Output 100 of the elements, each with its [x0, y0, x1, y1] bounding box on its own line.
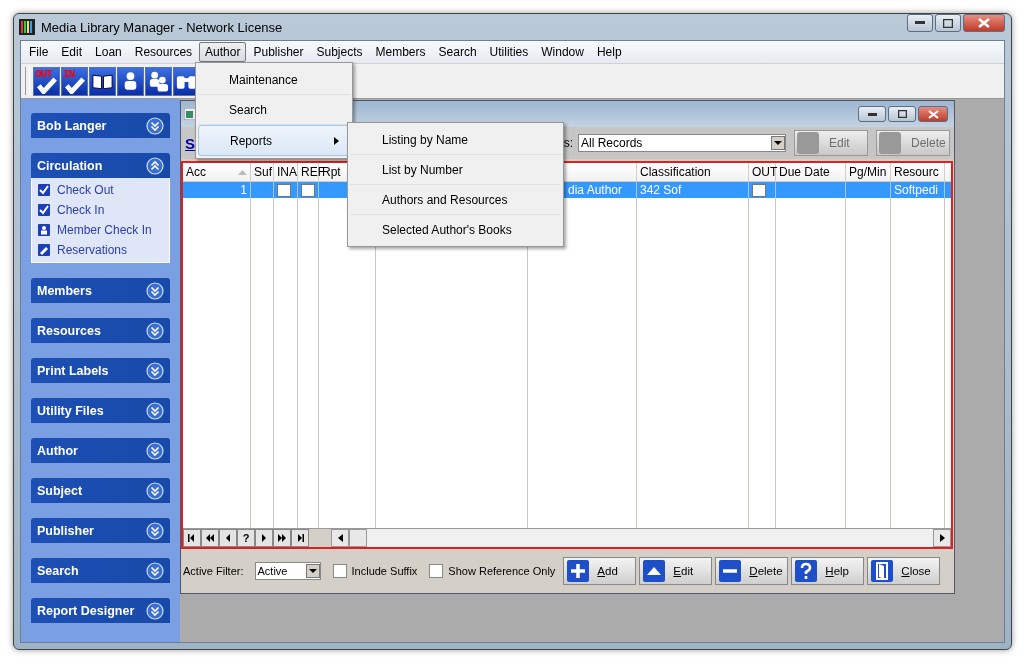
link[interactable]: S	[185, 134, 195, 152]
column-header[interactable]: Suf	[251, 163, 274, 181]
expand-icon[interactable]	[146, 321, 164, 340]
menu-item[interactable]: Search	[432, 42, 483, 62]
navigator-button[interactable]	[255, 529, 273, 547]
menu-item[interactable]: Help	[590, 42, 628, 62]
expand-icon[interactable]	[146, 521, 164, 540]
checkbox[interactable]	[429, 564, 444, 578]
sidebar-group-header[interactable]: Author	[31, 438, 170, 463]
sidebar-group-header[interactable]: Resources	[31, 318, 170, 343]
sidebar-link[interactable]: Reservations	[57, 243, 128, 257]
sidebar-group-header[interactable]: Subject	[31, 478, 170, 503]
plus-icon	[567, 560, 590, 582]
menu-item[interactable]: Author	[199, 42, 247, 62]
navigator-button[interactable]	[273, 529, 291, 547]
menu-item[interactable]: Authors and Resources	[350, 185, 561, 215]
edit-button[interactable]: Edit	[639, 557, 713, 585]
records-dropdown[interactable]: All Records	[578, 134, 786, 152]
close-button[interactable]	[963, 14, 1005, 32]
sidebar-group-header[interactable]: Bob Langer	[31, 113, 170, 138]
collapse-icon[interactable]	[146, 156, 164, 175]
checkbox[interactable]	[752, 183, 766, 197]
menu-item[interactable]: Listing by Name	[350, 125, 561, 155]
close-button[interactable]	[918, 106, 948, 122]
menu-item[interactable]: Loan	[89, 42, 128, 62]
minimize-button[interactable]	[858, 106, 886, 122]
last-icon	[295, 534, 305, 542]
menu-item[interactable]: List by Number	[350, 155, 561, 185]
checkbox[interactable]	[301, 183, 315, 197]
maximize-icon	[943, 18, 953, 28]
table-cell: Softpedi	[891, 182, 945, 198]
toolbar-label: IN	[63, 68, 75, 80]
menu-item[interactable]: Publisher	[247, 42, 310, 62]
sidebar-group-header[interactable]: Search	[31, 558, 170, 583]
next-icon	[259, 534, 269, 542]
help-button[interactable]: Help	[791, 557, 865, 585]
minimize-button[interactable]	[907, 14, 933, 32]
sidebar-link[interactable]: Check Out	[57, 183, 114, 197]
horizontal-scrollbar[interactable]	[331, 529, 951, 547]
expand-icon[interactable]	[146, 601, 164, 620]
menu-item[interactable]: Maintenance	[198, 65, 350, 95]
group-title: Subject	[37, 483, 83, 498]
column-header[interactable]: Resourc	[891, 163, 945, 181]
add-button[interactable]: Add	[563, 557, 637, 585]
expand-icon[interactable]	[146, 281, 164, 300]
expand-icon[interactable]	[146, 361, 164, 380]
sidebar-group-header[interactable]: Members	[31, 278, 170, 303]
column-header[interactable]: OUT	[749, 163, 776, 181]
first-icon	[187, 534, 197, 542]
delete-button[interactable]: Delete	[715, 557, 789, 585]
navigator-button[interactable]	[291, 529, 309, 547]
sidebar-group-header[interactable]: Circulation	[31, 153, 170, 178]
menu-item[interactable]: Edit	[55, 42, 89, 62]
sidebar-link[interactable]: Check In	[57, 203, 105, 217]
window-title: Media Library Manager - Network License	[41, 19, 283, 35]
column-header[interactable]: INA	[274, 163, 298, 181]
menu-item[interactable]: Resources	[128, 42, 199, 62]
column-header[interactable]: Classification	[637, 163, 749, 181]
menu-item[interactable]: Window	[535, 42, 590, 62]
active-filter-dropdown[interactable]: Active	[254, 562, 321, 580]
table-cell: 342 Sof	[637, 182, 749, 198]
sidebar-link[interactable]: Member Check In	[57, 223, 152, 237]
checkbox[interactable]	[277, 183, 291, 197]
toolbar-button[interactable]	[145, 66, 172, 96]
menu-item[interactable]: Members	[369, 42, 432, 62]
column-header[interactable]: Due Date	[776, 163, 846, 181]
sidebar-group-header[interactable]: Publisher	[31, 518, 170, 543]
restore-button[interactable]	[888, 106, 916, 122]
sidebar-group-header[interactable]: Utility Files	[31, 398, 170, 423]
navigator-button[interactable]: ?	[237, 529, 255, 547]
menu-item[interactable]: Subjects	[310, 42, 369, 62]
toolbar-button[interactable]	[89, 66, 116, 96]
expand-icon[interactable]	[146, 481, 164, 500]
close-button[interactable]: Close	[867, 557, 941, 585]
expand-icon[interactable]	[146, 116, 164, 135]
column-header[interactable]: Pg/Min	[846, 163, 891, 181]
group-title: Search	[37, 563, 79, 578]
checkbox[interactable]	[332, 564, 347, 578]
menu-item[interactable]: File	[23, 42, 55, 62]
prev-page-icon	[205, 534, 215, 542]
group-title: Bob Langer	[37, 118, 107, 133]
toolbar-button[interactable]	[117, 66, 144, 96]
checkbox-label: Include Suffix	[351, 565, 418, 577]
expand-icon[interactable]	[146, 441, 164, 460]
navigator-button[interactable]	[201, 529, 219, 547]
checkbox-label: Show Reference Only	[448, 565, 556, 577]
group-title: Resources	[37, 323, 101, 338]
expand-icon[interactable]	[146, 401, 164, 420]
menu-item[interactable]: Reports	[198, 125, 350, 156]
maximize-button[interactable]	[935, 14, 961, 32]
app-icon	[19, 19, 35, 35]
sidebar-group-header[interactable]: Report Designer	[31, 598, 170, 623]
sidebar-group-header[interactable]: Print Labels	[31, 358, 170, 383]
scroll-thumb[interactable]	[349, 529, 367, 547]
menu-item[interactable]: Selected Author's Books	[350, 215, 561, 244]
navigator-button[interactable]	[183, 529, 201, 547]
expand-icon[interactable]	[146, 561, 164, 580]
column-header[interactable]: Acc	[183, 163, 251, 181]
menu-item[interactable]: Utilities	[483, 42, 535, 62]
navigator-button[interactable]	[219, 529, 237, 547]
